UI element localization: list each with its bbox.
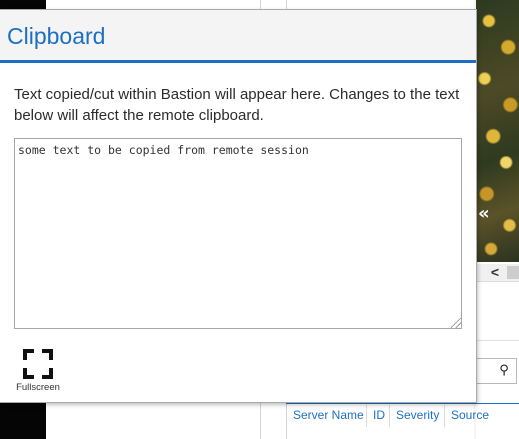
clipboard-panel: Clipboard Text copied/cut within Bastion… (0, 9, 477, 403)
clipboard-title: Clipboard (7, 23, 106, 49)
column-header-severity[interactable]: Severity (390, 405, 445, 427)
search-icon[interactable]: ⚲ (497, 363, 511, 377)
resize-grip-icon[interactable] (451, 318, 461, 328)
fullscreen-label: Fullscreen (16, 382, 60, 393)
clipboard-header: Clipboard (0, 10, 476, 63)
pane-divider (476, 340, 519, 341)
clipboard-description: Text copied/cut within Bastion will appe… (14, 86, 460, 124)
clipboard-textarea[interactable]: some text to be copied from remote sessi… (14, 138, 462, 329)
fullscreen-button[interactable]: Fullscreen (14, 347, 62, 397)
column-header-server-name[interactable]: Server Name (287, 405, 367, 427)
column-header-id[interactable]: ID (367, 405, 390, 427)
table-header-border (286, 403, 519, 404)
scroll-left-icon[interactable]: < (487, 264, 503, 281)
fullscreen-icon (23, 349, 53, 379)
collapse-panel-icon[interactable]: « (478, 204, 496, 224)
scrollbar-thumb[interactable] (507, 266, 519, 279)
column-header-source[interactable]: Source (445, 405, 519, 427)
